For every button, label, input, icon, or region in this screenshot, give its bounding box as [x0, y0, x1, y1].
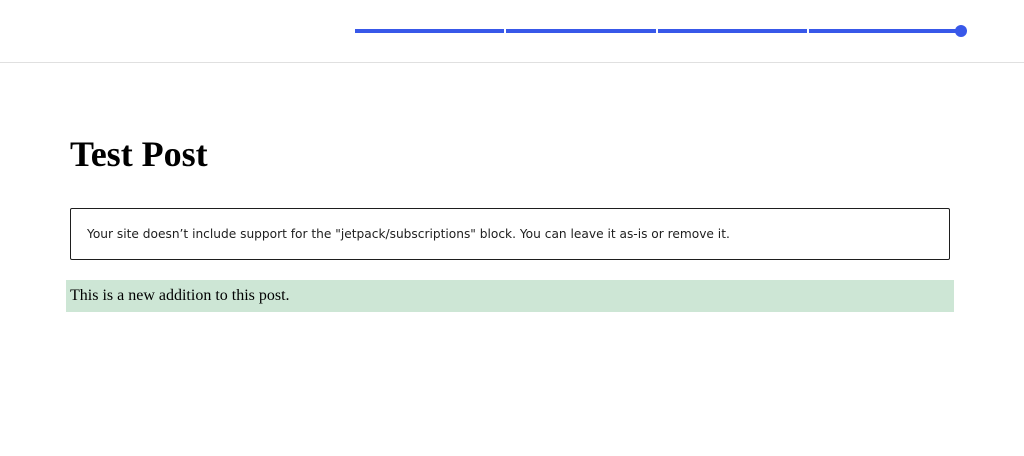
revision-segment[interactable] — [355, 29, 505, 33]
post-title: Test Post — [70, 134, 208, 174]
missing-block-notice: Your site doesn’t include support for th… — [70, 208, 950, 260]
revision-segment[interactable] — [657, 29, 807, 33]
added-paragraph: This is a new addition to this post. — [66, 280, 954, 312]
revision-slider[interactable] — [355, 25, 967, 37]
revisions-header — [0, 0, 1024, 63]
revision-segment[interactable] — [808, 29, 958, 33]
revision-slider-handle[interactable] — [955, 25, 967, 37]
revision-track[interactable] — [355, 29, 958, 33]
revision-segment[interactable] — [506, 29, 656, 33]
missing-block-notice-text: Your site doesn’t include support for th… — [87, 227, 730, 241]
